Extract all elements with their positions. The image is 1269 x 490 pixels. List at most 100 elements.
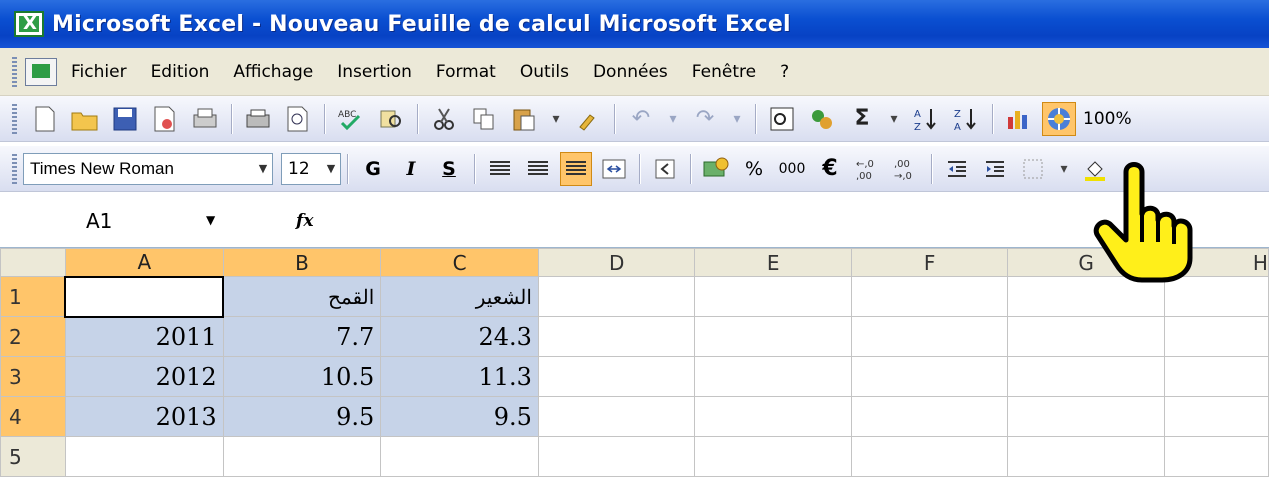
cell-d3[interactable] (537, 356, 696, 397)
undo-icon[interactable]: ↶ (624, 102, 658, 136)
decrease-decimal-button[interactable]: ,00 →,0 (890, 152, 922, 186)
grip-handle[interactable] (12, 56, 17, 87)
cell-d1[interactable] (537, 276, 696, 317)
redo-icon[interactable]: ↷ (688, 102, 722, 136)
menu-fenetre[interactable]: Fenêtre (692, 62, 756, 82)
copy-icon[interactable] (467, 102, 501, 136)
font-name-dropdown[interactable]: Times New Roman ▼ (23, 152, 273, 185)
cell-c4[interactable]: 9.5 (380, 396, 539, 437)
align-left-button[interactable] (484, 152, 516, 186)
cell-g2[interactable] (1007, 316, 1165, 357)
save-icon[interactable] (108, 102, 142, 136)
borders-dropdown-icon[interactable]: ▾ (1053, 152, 1075, 186)
permission-icon[interactable] (148, 102, 182, 136)
paste-icon[interactable] (507, 102, 541, 136)
workbook-icon[interactable] (25, 57, 57, 86)
insert-function-icon[interactable]: fx (296, 211, 313, 231)
row-header[interactable]: 2 (0, 316, 66, 357)
percent-button[interactable]: % (738, 152, 770, 186)
cell-h2[interactable] (1163, 316, 1269, 357)
menu-outils[interactable]: Outils (520, 62, 569, 82)
grip-handle[interactable] (12, 103, 17, 134)
cut-icon[interactable] (427, 102, 461, 136)
cell-c2[interactable]: 24.3 (380, 316, 539, 357)
increase-indent-button[interactable] (979, 152, 1011, 186)
cell-g4[interactable] (1007, 396, 1165, 437)
underline-button[interactable]: S (433, 152, 465, 186)
cell-c5[interactable] (380, 436, 539, 477)
select-all-corner[interactable] (0, 248, 66, 277)
cell-c1[interactable]: الشعير (380, 276, 539, 317)
grip-handle[interactable] (12, 153, 17, 184)
menu-affichage[interactable]: Affichage (233, 62, 313, 82)
menu-donnees[interactable]: Données (593, 62, 668, 82)
cell-a3[interactable]: 2012 (64, 356, 224, 397)
cell-a4[interactable]: 2013 (64, 396, 224, 437)
column-header[interactable]: B (222, 248, 382, 277)
zoom-level[interactable]: 100% (1083, 109, 1132, 129)
borders-button[interactable] (1017, 152, 1049, 186)
cell-f3[interactable] (850, 356, 1009, 397)
redo-dropdown-icon[interactable]: ▾ (726, 102, 748, 136)
column-header[interactable]: D (537, 248, 696, 277)
menu-format[interactable]: Format (436, 62, 496, 82)
cell-e4[interactable] (694, 396, 852, 437)
decrease-indent-button[interactable] (941, 152, 973, 186)
column-header[interactable]: A (64, 248, 224, 277)
thousands-button[interactable]: 000 (776, 152, 808, 186)
cell-d4[interactable] (537, 396, 696, 437)
menu-fichier[interactable]: Fichier (71, 62, 127, 82)
undo-dropdown-icon[interactable]: ▾ (662, 102, 684, 136)
chevron-down-icon[interactable]: ▼ (322, 154, 340, 184)
cell-h4[interactable] (1163, 396, 1269, 437)
cell-b3[interactable]: 10.5 (222, 356, 382, 397)
hyperlink-icon[interactable] (765, 102, 799, 136)
column-header[interactable]: E (694, 248, 852, 277)
column-header[interactable]: F (850, 248, 1009, 277)
print-icon[interactable] (241, 102, 275, 136)
cell-a5[interactable] (64, 436, 224, 477)
autosum-dropdown-icon[interactable]: ▾ (883, 102, 905, 136)
print-preview-icon[interactable] (281, 102, 315, 136)
cell-c3[interactable]: 11.3 (380, 356, 539, 397)
menu-insertion[interactable]: Insertion (337, 62, 412, 82)
row-header[interactable]: 1 (0, 276, 66, 317)
rtl-button[interactable] (649, 152, 681, 186)
cell-f1[interactable] (850, 276, 1009, 317)
font-size-dropdown[interactable]: 12 ▼ (281, 152, 341, 185)
row-header[interactable]: 4 (0, 396, 66, 437)
cell-h3[interactable] (1163, 356, 1269, 397)
column-header[interactable]: C (380, 248, 539, 277)
cell-f2[interactable] (850, 316, 1009, 357)
menu-edition[interactable]: Edition (151, 62, 210, 82)
sort-descending-icon[interactable]: ZA (949, 102, 983, 136)
open-folder-icon[interactable] (68, 102, 102, 136)
cell-e3[interactable] (694, 356, 852, 397)
row-header[interactable]: 3 (0, 356, 66, 397)
euro-button[interactable]: € (814, 152, 846, 186)
new-icon[interactable] (28, 102, 62, 136)
drawing-toolbar-icon[interactable] (1042, 101, 1076, 136)
chevron-down-icon[interactable]: ▼ (254, 154, 272, 184)
name-box[interactable]: A1 ▼ (0, 205, 230, 237)
cell-f4[interactable] (850, 396, 1009, 437)
cell-g5[interactable] (1007, 436, 1165, 477)
increase-decimal-button[interactable]: ←,0,00 (852, 152, 884, 186)
cell-e5[interactable] (694, 436, 852, 477)
cell-h5[interactable] (1163, 436, 1269, 477)
cell-a2[interactable]: 2011 (64, 316, 224, 357)
cell-a1[interactable] (64, 275, 225, 318)
research-icon[interactable] (374, 102, 408, 136)
currency-format-button[interactable] (700, 152, 732, 186)
autosum-icon[interactable]: Σ (845, 102, 879, 136)
align-right-button[interactable] (560, 151, 592, 186)
sort-ascending-icon[interactable]: AZ (909, 102, 943, 136)
paste-dropdown-icon[interactable]: ▾ (545, 102, 567, 136)
excel-app-icon[interactable] (14, 11, 44, 37)
chart-wizard-icon[interactable] (1002, 102, 1036, 136)
cell-b2[interactable]: 7.7 (222, 316, 382, 357)
cell-g3[interactable] (1007, 356, 1165, 397)
bold-button[interactable]: G (357, 152, 389, 186)
drawing-icon[interactable] (805, 102, 839, 136)
print-email-icon[interactable] (188, 102, 222, 136)
